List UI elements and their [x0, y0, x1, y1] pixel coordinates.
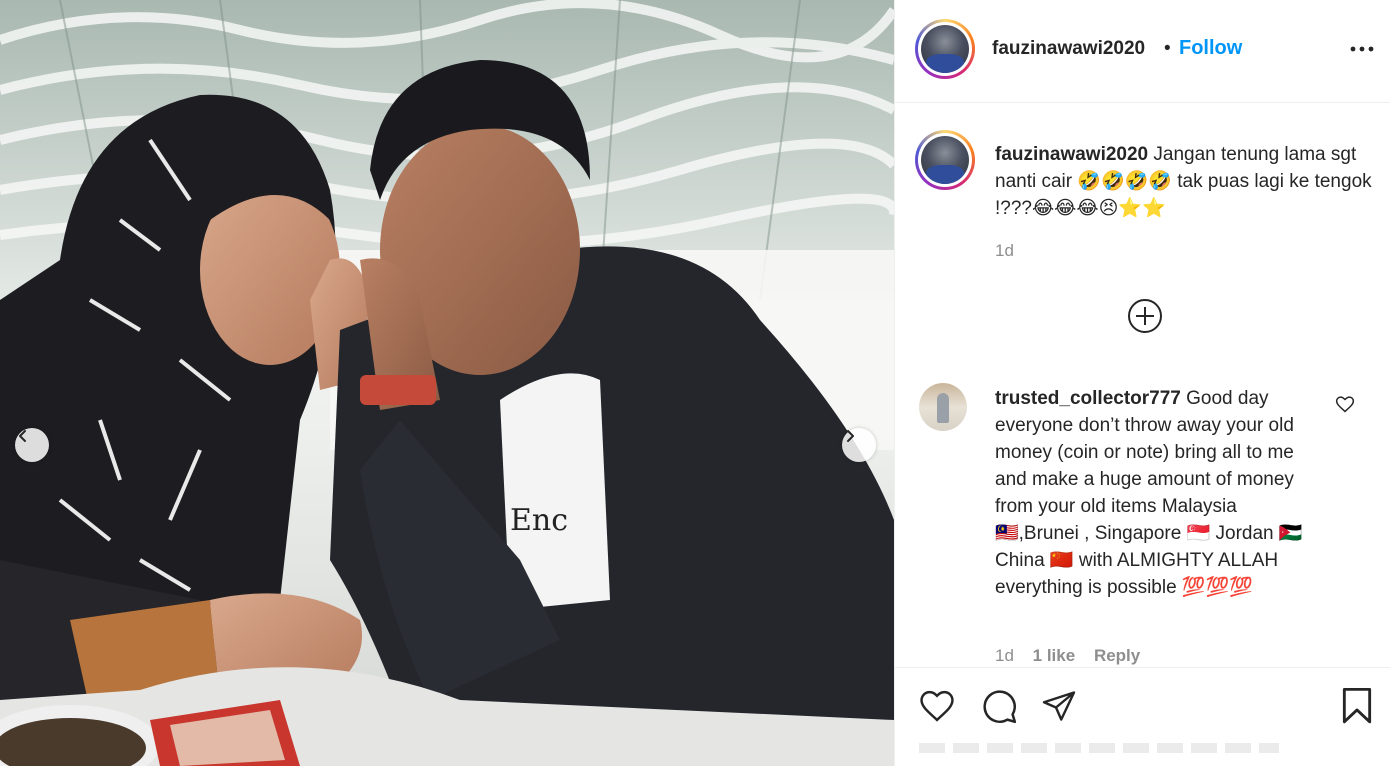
- share-button[interactable]: [1039, 686, 1079, 726]
- comment-text: Good day everyone don’t throw away your …: [995, 388, 1303, 598]
- shirt-logo: Enc: [510, 503, 568, 538]
- next-photo-button[interactable]: [842, 428, 876, 462]
- post-photo[interactable]: Enc: [0, 0, 894, 766]
- post-side-panel: fauzinawawi2020 • Follow fauzinawawi2020…: [894, 0, 1390, 766]
- photo-illustration: Enc: [0, 0, 894, 766]
- bookmark-icon: [1342, 687, 1372, 724]
- comment-likes-count[interactable]: 1 like: [1033, 646, 1076, 665]
- chevron-left-icon: [19, 430, 26, 442]
- comment-like-button[interactable]: [1335, 394, 1355, 414]
- heart-outline-icon: [1335, 396, 1355, 413]
- heart-icon: [920, 690, 954, 722]
- follow-button[interactable]: Follow: [1179, 37, 1242, 60]
- author-username[interactable]: fauzinawawi2020: [992, 38, 1145, 60]
- load-more-comments-button[interactable]: [1127, 298, 1163, 334]
- paper-plane-icon: [1042, 691, 1076, 721]
- separator-dot: •: [1164, 38, 1171, 59]
- comment-reply-button[interactable]: Reply: [1094, 646, 1140, 665]
- comment-username[interactable]: trusted_collector777: [995, 388, 1181, 409]
- caption-username[interactable]: fauzinawawi2020: [995, 144, 1148, 165]
- liked-by-placeholder: [919, 743, 1279, 753]
- save-button[interactable]: [1337, 686, 1377, 726]
- previous-photo-button[interactable]: [15, 428, 49, 462]
- more-options-button[interactable]: [1347, 36, 1377, 62]
- comment-button[interactable]: [979, 686, 1019, 726]
- caption-text-block: fauzinawawi2020 Jangan tenung lama sgt n…: [995, 141, 1375, 222]
- comment-text-block: trusted_collector777 Good day everyone d…: [995, 385, 1315, 601]
- comment-meta: 1d 1 like Reply: [995, 646, 1154, 666]
- speech-bubble-icon: [983, 690, 1017, 724]
- like-button[interactable]: [917, 686, 957, 726]
- chevron-right-icon: [847, 430, 854, 442]
- commenter-avatar[interactable]: [919, 383, 967, 431]
- caption-author-avatar[interactable]: [915, 130, 975, 190]
- post-header: fauzinawawi2020 • Follow: [895, 0, 1390, 103]
- plus-circle-icon: [1128, 299, 1162, 333]
- post-actions-bar: [895, 667, 1390, 766]
- more-options-icon: [1350, 46, 1374, 52]
- comment-timestamp[interactable]: 1d: [995, 646, 1014, 665]
- author-avatar[interactable]: [915, 19, 975, 79]
- caption-timestamp[interactable]: 1d: [995, 241, 1014, 261]
